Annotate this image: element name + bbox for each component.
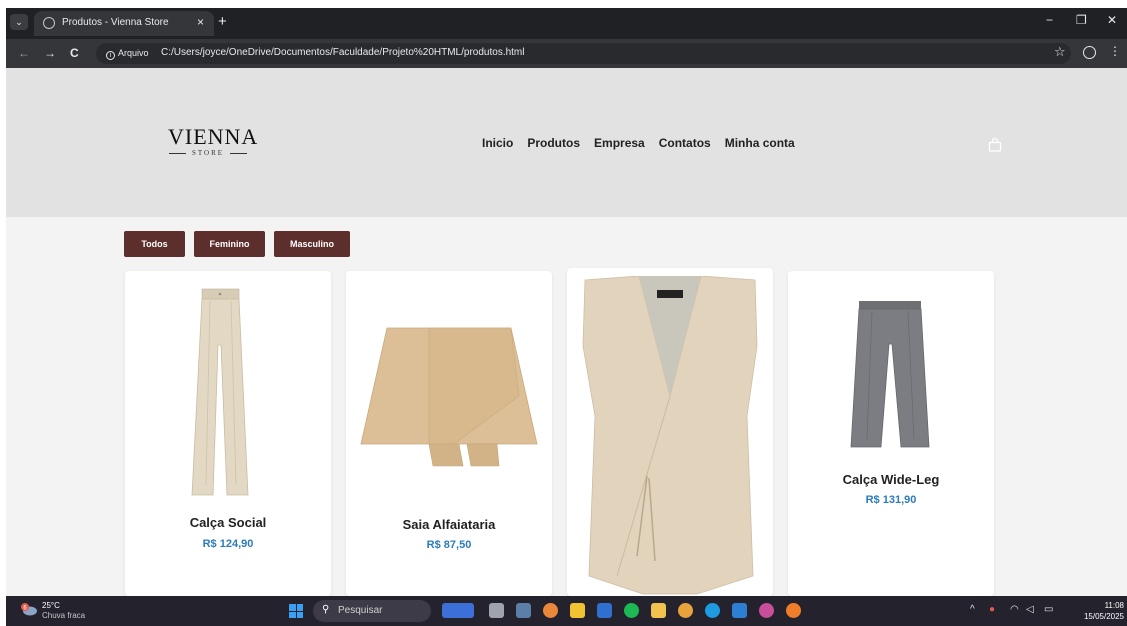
clock-date: 15/05/2025 — [1083, 612, 1124, 621]
rain-cloud-icon: 6 — [21, 603, 37, 616]
nav-link-empresa[interactable]: Empresa — [594, 136, 645, 150]
info-icon: i — [106, 51, 115, 60]
product-price: R$ 131,90 — [865, 494, 917, 506]
url-field[interactable]: i Arquivo C:/Users/joyce/OneDrive/Documen… — [96, 43, 1071, 64]
product-card[interactable]: Calça Wide-Leg R$ 131,90 — [788, 271, 994, 596]
product-card[interactable]: Calça Social R$ 124,90 — [125, 271, 331, 596]
category-filters: Todos Feminino Masculino — [124, 231, 350, 257]
store-logo[interactable]: VIENNA STORE — [168, 124, 259, 158]
close-tab-icon[interactable]: × — [197, 15, 204, 29]
system-clock[interactable]: 11:08 15/05/2025 — [1076, 600, 1124, 622]
spotify-icon[interactable] — [624, 603, 639, 618]
filter-feminino-button[interactable]: Feminino — [194, 231, 265, 257]
volume-icon[interactable]: ◁ — [1026, 604, 1034, 615]
product-image-calca-social — [191, 288, 249, 496]
browser-chrome: ⌄ Produtos - Vienna Store × + − ❐ ✕ ← → … — [6, 8, 1127, 68]
search-placeholder: Pesquisar — [338, 605, 383, 616]
main-nav: Inicio Produtos Empresa Contatos Minha c… — [482, 136, 795, 150]
file-explorer-icon[interactable] — [651, 603, 666, 618]
new-tab-button[interactable]: + — [218, 13, 227, 30]
site-info-label: Arquivo — [118, 48, 149, 58]
shopping-bag-icon[interactable] — [988, 138, 1002, 152]
widgets-icon[interactable] — [442, 603, 474, 618]
app-icon[interactable] — [516, 603, 531, 618]
site-header: VIENNA STORE Inicio Produtos Empresa Con… — [6, 68, 1127, 217]
product-image-saia-alfaiataria — [360, 327, 538, 467]
product-price: R$ 87,50 — [426, 539, 472, 551]
tray-app-icon[interactable]: ● — [989, 604, 995, 615]
back-button[interactable]: ← — [18, 46, 30, 60]
kebab-menu-icon[interactable]: ⋮ — [1109, 44, 1121, 58]
profile-icon[interactable] — [1083, 46, 1096, 59]
address-bar: ← → C i Arquivo C:/Users/joyce/OneDrive/D… — [6, 39, 1127, 68]
forward-button[interactable]: → — [44, 46, 56, 60]
chrome-icon[interactable] — [678, 603, 693, 618]
tab-title: Produtos - Vienna Store — [62, 17, 169, 28]
browser-tab[interactable]: Produtos - Vienna Store × — [34, 11, 214, 36]
product-catalog: Todos Feminino Masculino Calça Social R$… — [6, 217, 1127, 596]
globe-icon — [43, 17, 55, 29]
product-image-calca-wide-leg — [850, 301, 930, 448]
url-text: C:/Users/joyce/OneDrive/Documentos/Facul… — [161, 47, 525, 58]
battery-icon[interactable]: ▭ — [1044, 604, 1053, 615]
vscode-icon[interactable] — [732, 603, 747, 618]
weather-condition: Chuva fraca — [42, 611, 86, 620]
wifi-icon[interactable]: ◠ — [1010, 604, 1019, 615]
search-icon: ⚲ — [322, 604, 330, 615]
product-price: R$ 124,90 — [202, 538, 254, 550]
windows-start-icon[interactable] — [289, 604, 303, 618]
close-window-button[interactable]: ✕ — [1107, 13, 1117, 27]
filter-masculino-button[interactable]: Masculino — [274, 231, 350, 257]
app-icon[interactable] — [543, 603, 558, 618]
star-icon[interactable]: ☆ — [1054, 44, 1066, 60]
minimize-button[interactable]: − — [1046, 13, 1053, 27]
logo-wordmark: VIENNA — [168, 124, 259, 149]
nav-link-minha-conta[interactable]: Minha conta — [725, 136, 795, 150]
chrome-icon[interactable] — [786, 603, 801, 618]
chevron-down-icon[interactable]: ⌄ — [10, 14, 28, 30]
nav-link-contatos[interactable]: Contatos — [659, 136, 711, 150]
weather-temperature: 25°C — [42, 601, 60, 610]
windows-taskbar: 6 25°C Chuva fraca ⚲ Pesquisar ^ ● ◠ ◁ ▭… — [6, 596, 1127, 626]
task-view-icon[interactable] — [489, 603, 504, 618]
tab-bar: ⌄ Produtos - Vienna Store × + − ❐ ✕ — [6, 8, 1127, 36]
product-image-vest — [582, 276, 758, 595]
clock-time: 11:08 — [1104, 601, 1124, 610]
nav-link-produtos[interactable]: Produtos — [527, 136, 580, 150]
app-icon[interactable] — [759, 603, 774, 618]
taskbar-search[interactable]: ⚲ Pesquisar — [313, 600, 431, 622]
site-info-chip[interactable]: i Arquivo — [102, 46, 155, 61]
product-name: Calça Wide-Leg — [842, 472, 940, 487]
product-card[interactable]: Saia Alfaiataria R$ 87,50 — [346, 271, 552, 596]
app-icon[interactable] — [570, 603, 585, 618]
reload-button[interactable]: C — [70, 46, 79, 60]
product-name: Calça Social — [189, 515, 267, 530]
chevron-up-icon[interactable]: ^ — [970, 604, 975, 615]
logo-subtitle: STORE — [168, 149, 248, 157]
filter-todos-button[interactable]: Todos — [124, 231, 185, 257]
product-card[interactable] — [567, 268, 773, 596]
restore-button[interactable]: ❐ — [1076, 13, 1087, 27]
edge-icon[interactable] — [705, 603, 720, 618]
nav-link-inicio[interactable]: Inicio — [482, 136, 513, 150]
product-name: Saia Alfaiataria — [402, 517, 496, 532]
app-icon[interactable] — [597, 603, 612, 618]
